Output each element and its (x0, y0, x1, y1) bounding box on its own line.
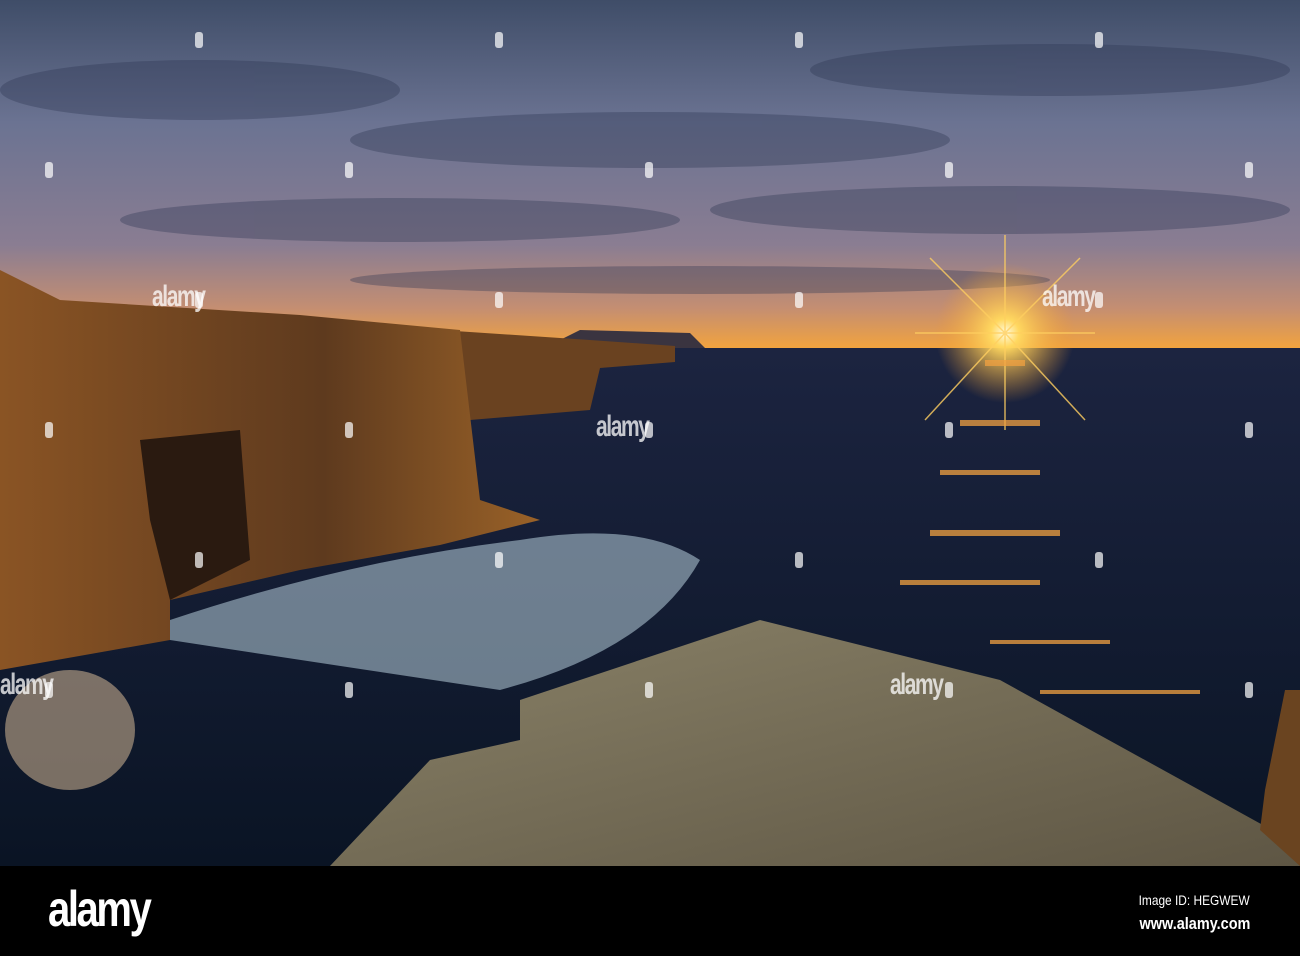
watermark-mark (645, 682, 653, 698)
watermark-mark (945, 162, 953, 178)
watermark-mark (1245, 682, 1253, 698)
watermark-mark (195, 552, 203, 568)
watermark-mark (345, 682, 353, 698)
watermark-mark (345, 162, 353, 178)
watermark-mark (345, 422, 353, 438)
watermark: alamy (890, 668, 944, 701)
watermark: alamy (596, 410, 650, 443)
watermark-mark (1245, 162, 1253, 178)
footer-bar: alamy Image ID: HEGWEW www.alamy.com (0, 866, 1300, 956)
watermark-mark (1095, 292, 1103, 308)
watermark-mark (945, 422, 953, 438)
watermark-mark (945, 682, 953, 698)
watermark-mark (495, 552, 503, 568)
watermark-mark (45, 162, 53, 178)
watermark-mark (1095, 552, 1103, 568)
watermark-mark (45, 682, 53, 698)
image-id: Image ID: HEGWEW (1138, 892, 1250, 908)
alamy-logo: alamy (48, 881, 152, 937)
watermark-mark (645, 422, 653, 438)
watermark-mark (495, 32, 503, 48)
watermark-mark (795, 32, 803, 48)
watermark-mark (195, 32, 203, 48)
watermark-mark (495, 292, 503, 308)
watermark-mark (195, 292, 203, 308)
website-link: www.alamy.com (1139, 914, 1250, 933)
watermark-mark (1095, 32, 1103, 48)
watermark-mark (1245, 422, 1253, 438)
watermark-mark (795, 552, 803, 568)
watermark-mark (45, 422, 53, 438)
watermark-mark (645, 162, 653, 178)
watermark: alamy (1042, 280, 1096, 313)
watermark-mark (795, 292, 803, 308)
